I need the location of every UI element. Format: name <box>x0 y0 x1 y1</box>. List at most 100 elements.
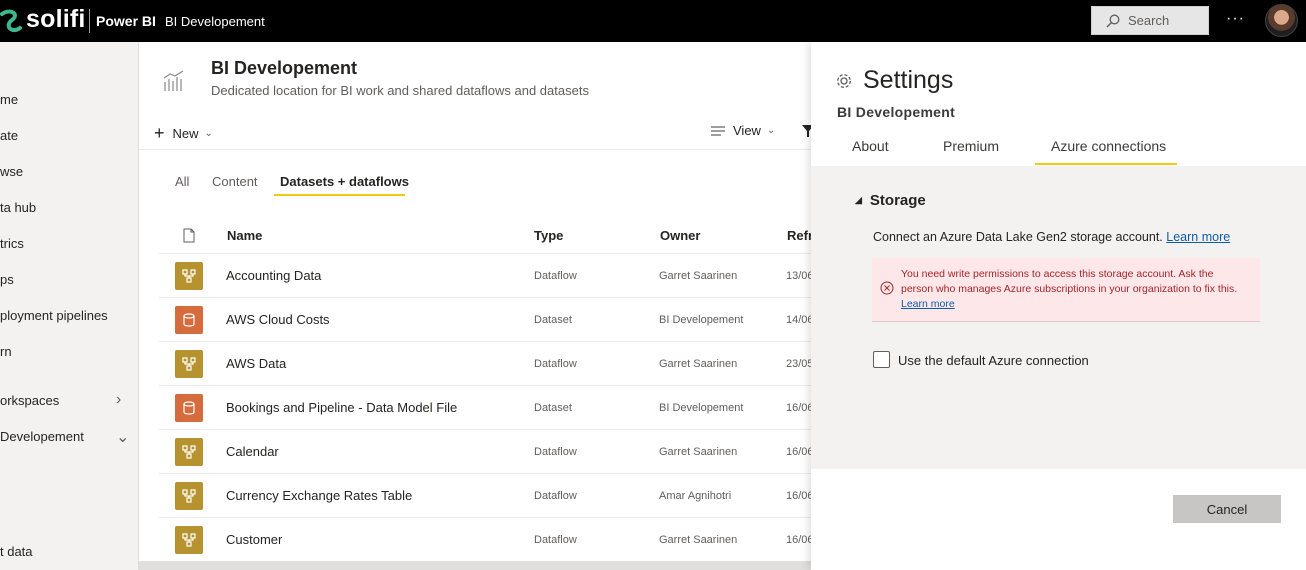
main-content: BI Developement Dedicated location for B… <box>139 42 811 570</box>
row-refreshed: 16/06 <box>786 402 811 414</box>
row-owner: Garret Saarinen <box>659 270 738 282</box>
row-owner: Garret Saarinen <box>659 358 738 370</box>
view-button[interactable]: View ⌄ <box>711 123 775 138</box>
dataflow-icon <box>175 350 203 378</box>
tab-all[interactable]: All <box>175 174 189 189</box>
chevron-down-icon: ⌄ <box>204 128 213 139</box>
chevron-down-icon[interactable]: ⌄ <box>116 427 129 447</box>
azure-connections-body: ◢ Storage Connect an Azure Data Lake Gen… <box>811 166 1306 469</box>
left-navigation: me ate wse ta hub trics ps ployment pipelines r… <box>0 42 139 570</box>
tab-premium[interactable]: Premium <box>943 138 999 154</box>
page-title: BI Developement <box>211 58 358 78</box>
row-name[interactable]: Bookings and Pipeline - Data Model File <box>226 400 457 415</box>
top-bar: solifi Power BI BI Developement Search ·… <box>0 0 1306 42</box>
search-box[interactable]: Search <box>1091 6 1209 35</box>
row-type: Dataflow <box>534 534 577 546</box>
view-label: View <box>733 123 761 138</box>
chevron-right-icon[interactable]: › <box>116 391 121 409</box>
nav-item[interactable]: ta hub <box>0 200 36 215</box>
table-row[interactable]: AWS Cloud Costs Dataset BI Developement 14/… <box>159 297 811 341</box>
row-type: Dataflow <box>534 446 577 458</box>
row-name[interactable]: Currency Exchange Rates Table <box>226 488 412 503</box>
nav-item[interactable]: ate <box>0 128 18 143</box>
workspace-chart-icon <box>163 70 184 91</box>
new-button[interactable]: + New ⌄ <box>154 123 213 144</box>
nav-item[interactable]: wse <box>0 164 23 179</box>
view-list-icon <box>711 125 725 136</box>
new-label: New <box>172 126 199 141</box>
nav-item[interactable]: me <box>0 92 18 107</box>
default-azure-connection-checkbox[interactable] <box>873 351 890 368</box>
page-description: Dedicated location for BI work and share… <box>211 83 589 98</box>
settings-workspace-name: BI Developement <box>837 104 956 120</box>
table-row[interactable]: Accounting Data Dataflow Garret Saarinen 13… <box>159 253 811 297</box>
nav-item[interactable]: rn <box>0 344 12 359</box>
chevron-down-icon: ⌄ <box>766 125 776 136</box>
search-icon <box>1106 14 1120 27</box>
learn-more-link[interactable]: Learn more <box>1166 230 1230 244</box>
nav-item[interactable]: orkspaces <box>0 393 59 408</box>
warning-message: You need write permissions to access thi… <box>901 267 1246 312</box>
nav-item[interactable]: ps <box>0 272 14 287</box>
row-name[interactable]: AWS Cloud Costs <box>226 312 330 327</box>
row-name[interactable]: Accounting Data <box>226 268 321 283</box>
nav-item[interactable]: Developement <box>0 429 84 444</box>
warning-learn-more-link[interactable]: Learn more <box>901 298 955 310</box>
cancel-button[interactable]: Cancel <box>1173 495 1281 523</box>
row-type: Dataflow <box>534 490 577 502</box>
dataflow-icon <box>175 262 203 290</box>
row-owner: BI Developement <box>659 402 744 414</box>
row-name[interactable]: Calendar <box>226 444 279 459</box>
solifi-logo-icon <box>0 9 22 33</box>
nav-item[interactable]: t data <box>0 544 33 559</box>
row-name[interactable]: Customer <box>226 532 282 547</box>
default-azure-connection-label[interactable]: Use the default Azure connection <box>898 353 1089 368</box>
tab-datasets-dataflows[interactable]: Datasets + dataflows <box>280 174 409 189</box>
nav-item[interactable]: ployment pipelines <box>0 308 108 323</box>
row-name[interactable]: AWS Data <box>226 356 286 371</box>
row-type: Dataset <box>534 314 572 326</box>
table-row[interactable]: AWS Data Dataflow Garret Saarinen 23/05 <box>159 341 811 385</box>
toolbar-divider <box>139 149 811 150</box>
table-row[interactable]: Customer Dataflow Garret Saarinen 16/06 <box>159 517 811 561</box>
search-placeholder: Search <box>1128 13 1170 28</box>
column-header-owner[interactable]: Owner <box>660 228 700 243</box>
tab-content[interactable]: Content <box>212 174 258 189</box>
row-type: Dataset <box>534 402 572 414</box>
column-header-name[interactable]: Name <box>227 228 262 243</box>
row-refreshed: 16/06 <box>786 534 811 546</box>
column-header-refreshed[interactable]: Refre <box>787 228 811 243</box>
tab-about[interactable]: About <box>852 138 889 154</box>
connect-text: Connect an Azure Data Lake Gen2 storage … <box>873 230 1163 244</box>
plus-icon: + <box>154 123 165 143</box>
more-options-icon[interactable]: ··· <box>1226 10 1245 28</box>
tab-azure-connections[interactable]: Azure connections <box>1051 138 1166 154</box>
product-name[interactable]: Power BI <box>96 13 156 29</box>
brand-name: solifi <box>26 5 86 33</box>
horizontal-scrollbar[interactable] <box>139 561 811 570</box>
row-type: Dataflow <box>534 358 577 370</box>
permission-warning: You need write permissions to access thi… <box>872 258 1260 322</box>
table-row[interactable]: Calendar Dataflow Garret Saarinen 16/06 <box>159 429 811 473</box>
table-row[interactable]: Currency Exchange Rates Table Dataflow Ama… <box>159 473 811 517</box>
row-owner: Garret Saarinen <box>659 534 738 546</box>
row-refreshed: 13/06 <box>786 270 811 282</box>
settings-title: Settings <box>863 66 954 94</box>
storage-section-toggle[interactable]: ◢ Storage <box>855 192 926 209</box>
filter-icon[interactable] <box>802 125 811 137</box>
active-tab-indicator <box>274 194 405 196</box>
topbar-divider <box>89 9 90 33</box>
breadcrumb-workspace[interactable]: BI Developement <box>165 14 265 29</box>
dataset-icon <box>175 306 203 334</box>
column-header-type[interactable]: Type <box>534 228 563 243</box>
solifi-logo[interactable]: solifi <box>0 5 86 36</box>
row-owner: BI Developement <box>659 314 744 326</box>
dataset-icon <box>175 394 203 422</box>
storage-heading: Storage <box>869 192 926 209</box>
user-avatar[interactable] <box>1265 4 1298 37</box>
table-row[interactable]: Bookings and Pipeline - Data Model File D… <box>159 385 811 429</box>
row-refreshed: 16/06 <box>786 446 811 458</box>
nav-item[interactable]: trics <box>0 236 24 251</box>
row-owner: Garret Saarinen <box>659 446 738 458</box>
dataflow-icon <box>175 526 203 554</box>
